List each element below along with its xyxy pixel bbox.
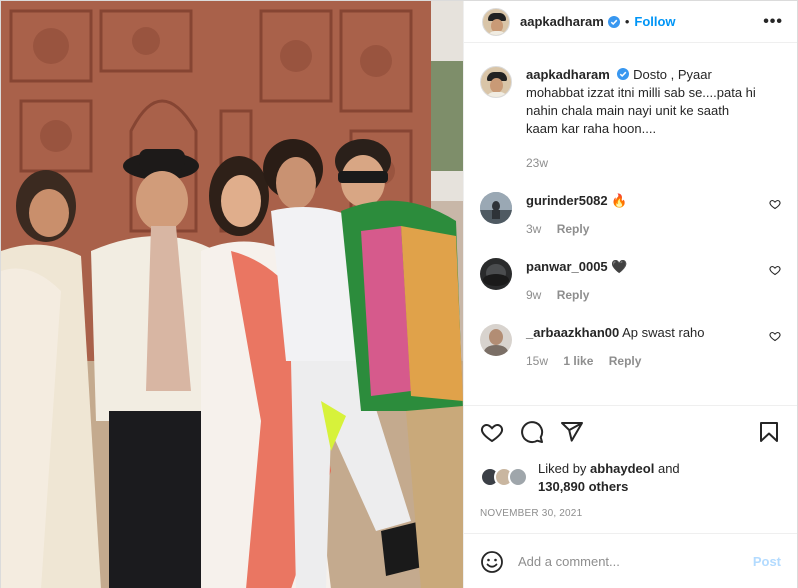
caption-username[interactable]: aapkadharam <box>526 67 610 82</box>
like-comment-heart-icon[interactable] <box>769 330 781 342</box>
post-side-panel: aapkadharam • Follow ••• aapkadharam Dos… <box>463 1 797 588</box>
like-comment-heart-icon[interactable] <box>769 264 781 276</box>
liked-by-prefix: Liked by <box>538 461 587 476</box>
comment-text: Ap swast raho <box>622 325 705 340</box>
post-photo[interactable] <box>1 1 463 588</box>
save-bookmark-icon[interactable] <box>757 420 781 444</box>
caption-avatar[interactable] <box>480 66 512 98</box>
emoji-icon[interactable] <box>480 550 504 574</box>
reply-button[interactable]: Reply <box>557 222 590 236</box>
separator-dot: • <box>624 14 630 29</box>
caption-time[interactable]: 23w <box>526 156 548 170</box>
comment-text: 🔥 <box>611 193 628 208</box>
like-comment-heart-icon[interactable] <box>769 198 781 210</box>
commenter-avatar[interactable] <box>480 192 512 224</box>
liked-by-user[interactable]: abhaydeol <box>590 461 654 476</box>
liked-by-connector: and <box>657 461 680 476</box>
group-photo-image <box>1 1 463 588</box>
avatar-image <box>480 258 512 290</box>
post-comment-button[interactable]: Post <box>753 554 781 569</box>
avatar-image <box>480 192 512 224</box>
likes-summary: Liked by abhaydeol and 130,890 others <box>480 460 781 496</box>
comment-username[interactable]: gurinder5082 <box>526 193 608 208</box>
comment-item: _arbaazkhan00 Ap swast raho 15w 1 like R… <box>480 324 781 368</box>
reply-button[interactable]: Reply <box>557 288 590 302</box>
comment-username[interactable]: panwar_0005 <box>526 259 608 274</box>
comment-item: panwar_0005 🖤 9w Reply <box>480 258 781 302</box>
caption-text: aapkadharam Dosto , Pyaar mohabbat izzat… <box>526 66 757 138</box>
avatar-image <box>480 324 512 356</box>
verified-badge-icon <box>617 68 630 80</box>
comment-input[interactable] <box>518 554 753 569</box>
comment-time[interactable]: 9w <box>526 288 541 302</box>
comment-item: gurinder5082 🔥 3w Reply <box>480 192 781 236</box>
instagram-post: aapkadharam • Follow ••• aapkadharam Dos… <box>0 0 798 588</box>
commenter-avatar[interactable] <box>480 258 512 290</box>
comment-text: 🖤 <box>611 259 628 274</box>
post-header: aapkadharam • Follow ••• <box>464 1 797 43</box>
post-date[interactable]: NOVEMBER 30, 2021 <box>480 508 781 519</box>
comments-list[interactable]: aapkadharam Dosto , Pyaar mohabbat izzat… <box>464 44 797 404</box>
comment-likes[interactable]: 1 like <box>563 354 593 368</box>
like-heart-icon[interactable] <box>480 420 504 444</box>
post-actions: Liked by abhaydeol and 130,890 others NO… <box>464 405 797 519</box>
commenter-avatar[interactable] <box>480 324 512 356</box>
comment-composer: Post <box>464 533 797 588</box>
reply-button[interactable]: Reply <box>609 354 642 368</box>
comment-time[interactable]: 3w <box>526 222 541 236</box>
liker-avatars[interactable] <box>480 467 532 489</box>
share-icon[interactable] <box>560 420 584 444</box>
likes-text: Liked by abhaydeol and 130,890 others <box>538 460 680 496</box>
liker-avatar <box>508 467 528 487</box>
comment-icon[interactable] <box>520 420 544 444</box>
likes-others-count[interactable]: 130,890 others <box>538 479 628 494</box>
author-username[interactable]: aapkadharam <box>520 14 604 29</box>
caption: aapkadharam Dosto , Pyaar mohabbat izzat… <box>480 66 781 170</box>
comment-username[interactable]: _arbaazkhan00 <box>526 325 619 340</box>
more-options-icon[interactable]: ••• <box>763 13 783 31</box>
comment-time[interactable]: 15w <box>526 354 548 368</box>
verified-badge-icon <box>607 15 620 28</box>
follow-button[interactable]: Follow <box>634 14 675 29</box>
author-avatar[interactable] <box>482 7 510 36</box>
